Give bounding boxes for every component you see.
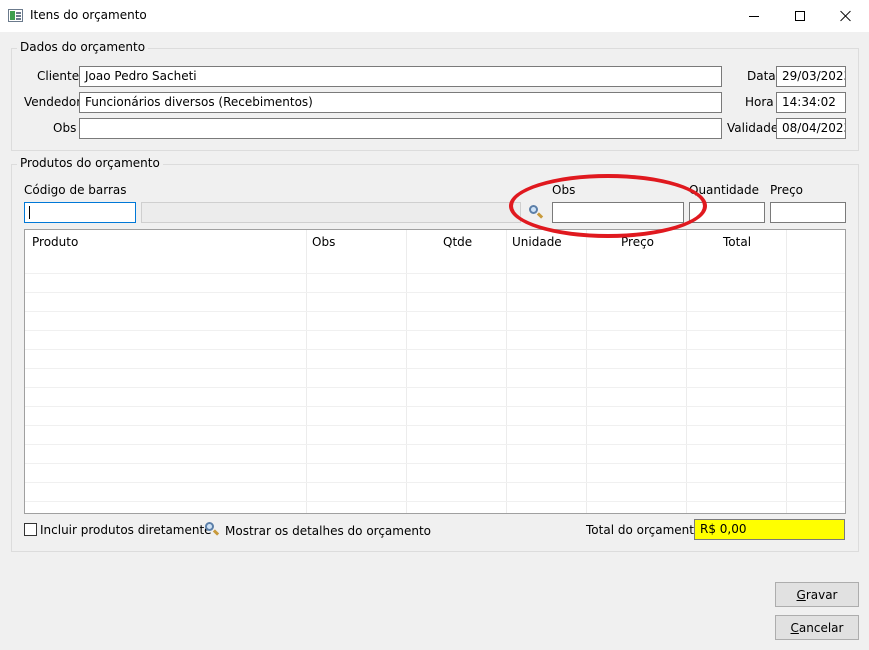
hora-field[interactable]: 14:34:02: [776, 92, 846, 113]
data-field[interactable]: 29/03/2023: [776, 66, 846, 87]
col-header-qtde[interactable]: Qtde: [443, 235, 472, 249]
produtos-group-title: Produtos do orçamento: [17, 156, 163, 170]
codigo-input[interactable]: [24, 202, 136, 223]
minimize-button[interactable]: [731, 0, 777, 32]
vendedor-field[interactable]: Funcionários diversos (Recebimentos): [79, 92, 722, 113]
detalhes-magnifier-icon[interactable]: [204, 521, 220, 537]
col-header-unidade[interactable]: Unidade: [512, 235, 562, 249]
annotation-ellipse: [509, 174, 707, 238]
preco-label: Preço: [770, 183, 804, 197]
cliente-label: Cliente: [37, 69, 80, 83]
validade-label: Validade: [727, 121, 779, 135]
detalhes-link[interactable]: Mostrar os detalhes do orçamento: [225, 524, 431, 538]
preco-input[interactable]: [770, 202, 846, 223]
col-header-total[interactable]: Total: [723, 235, 751, 249]
total-value: R$ 0,00: [694, 519, 845, 540]
col-header-obs[interactable]: Obs: [312, 235, 335, 249]
col-header-produto[interactable]: Produto: [32, 235, 78, 249]
data-label: Data: [747, 69, 776, 83]
minimize-icon: [749, 15, 759, 17]
hora-label: Hora: [745, 95, 774, 109]
text-caret: [29, 206, 30, 219]
produtos-grid[interactable]: Produto Obs Qtde Unidade Preço Total: [24, 229, 846, 514]
obs-field[interactable]: [79, 118, 722, 139]
produto-descricao-field: [141, 202, 521, 223]
vendedor-label: Vendedor: [24, 95, 82, 109]
validade-field[interactable]: 08/04/2023: [776, 118, 846, 139]
codigo-label: Código de barras: [24, 183, 127, 197]
incluir-checkbox[interactable]: [24, 523, 37, 536]
total-label: Total do orçamento: [586, 523, 702, 537]
close-icon: [840, 10, 852, 22]
maximize-icon: [795, 11, 805, 21]
maximize-button[interactable]: [777, 0, 823, 32]
cancelar-button[interactable]: Cancelar: [775, 615, 859, 640]
dados-group-title: Dados do orçamento: [17, 40, 149, 54]
close-button[interactable]: [823, 0, 869, 32]
app-icon: [8, 9, 23, 22]
cliente-field[interactable]: Joao Pedro Sacheti: [79, 66, 722, 87]
window-title: Itens do orçamento: [30, 8, 147, 22]
gravar-button[interactable]: Gravar: [775, 582, 859, 607]
title-bar: Itens do orçamento: [0, 0, 869, 32]
obs-label: Obs: [53, 121, 77, 135]
incluir-label[interactable]: Incluir produtos diretamente: [40, 523, 212, 537]
